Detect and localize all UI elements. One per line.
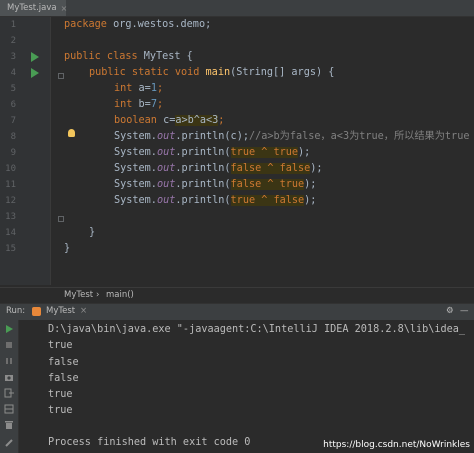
line-number: 2: [10, 36, 16, 46]
package-name: org.westos.demo;: [106, 19, 212, 30]
console-output[interactable]: D:\java\bin\java.exe "-javaagent:C:\Inte…: [19, 320, 474, 453]
code-line-9: System.out.println(true ^ true);: [114, 147, 311, 158]
line-number: 11: [5, 180, 16, 190]
line-number: 4: [10, 68, 16, 78]
run-config-icon: [32, 307, 41, 316]
line-number: 15: [5, 244, 16, 254]
line-number: 8: [10, 132, 16, 142]
stop-icon[interactable]: [4, 340, 14, 350]
code-editor[interactable]: 1 2 3 4 5 6 7 8 9 10 11 12 13 14 15 pack…: [0, 17, 474, 285]
keyword: int: [114, 99, 133, 110]
line-number: 13: [5, 212, 16, 222]
code-line-3: public class MyTest {: [64, 49, 193, 65]
method-name: main: [205, 67, 231, 78]
breadcrumb: MyTest › main(): [0, 287, 474, 303]
console-exit-message: Process finished with exit code 0: [48, 437, 251, 448]
line-gutter: 1 2 3 4 5 6 7 8 9 10 11 12 13 14 15: [0, 17, 51, 285]
breadcrumb-class[interactable]: MyTest: [64, 290, 93, 300]
keyword: package: [64, 19, 107, 30]
xor-expression: true ^ false: [230, 195, 305, 206]
code-line-1: package org.westos.demo;: [64, 17, 211, 33]
code-line-6: int b=7;: [114, 99, 164, 110]
xor-expression: false ^ true: [230, 179, 305, 190]
code-line-15: }: [64, 243, 71, 254]
pause-icon[interactable]: [4, 356, 14, 366]
run-label: Run:: [6, 306, 26, 316]
var-decl: b=: [132, 99, 151, 110]
code-line-14: }: [89, 227, 96, 238]
console-line: false: [48, 373, 79, 384]
run-toolbar: [0, 320, 19, 453]
code-line-7: boolean c=a>b^a<3;: [114, 115, 225, 126]
breadcrumb-separator: ›: [96, 290, 100, 300]
line-number: 1: [10, 20, 16, 30]
tab-mytest-java[interactable]: MyTest.java ×: [0, 0, 68, 16]
pin-icon[interactable]: [4, 438, 14, 448]
method-params: (String[] args) {: [230, 67, 335, 78]
console-line: false: [48, 357, 79, 368]
layout-icon[interactable]: [4, 404, 14, 414]
var-decl: a=: [132, 83, 151, 94]
camera-icon[interactable]: [4, 372, 14, 382]
xor-expression: a>b^a<3: [175, 115, 219, 126]
minimize-icon[interactable]: —: [460, 306, 469, 316]
run-tool-window-header: Run: MyTest × ⚙ —: [0, 303, 474, 320]
run-class-icon[interactable]: [31, 52, 39, 62]
code-line-12: System.out.println(true ^ false);: [114, 195, 317, 206]
close-icon[interactable]: ×: [80, 306, 87, 316]
tab-label: MyTest.java: [7, 3, 57, 13]
breadcrumb-method[interactable]: main(): [106, 290, 134, 300]
line-number: 10: [5, 164, 16, 174]
code-line-8: System.out.println(c);//a>b为false，a<3为tr…: [114, 131, 470, 142]
keyword: boolean: [114, 115, 157, 126]
code-line-5: int a=1;: [114, 83, 164, 94]
code-line-10: System.out.println(false ^ false);: [114, 163, 323, 174]
var-decl: c=: [156, 115, 176, 126]
xor-expression: false ^ false: [230, 163, 311, 174]
keyword: int: [114, 83, 133, 94]
out-field: out: [156, 131, 176, 142]
close-icon[interactable]: ×: [61, 4, 68, 13]
run-config-tab[interactable]: MyTest: [46, 306, 75, 316]
console-line: true: [48, 389, 73, 400]
code-line-4: public static void main(String[] args) {: [89, 65, 334, 81]
class-decl: MyTest {: [137, 51, 193, 62]
code-line-11: System.out.println(false ^ true);: [114, 179, 317, 190]
line-number: 6: [10, 100, 16, 110]
code-comment: //a>b为false，a<3为true，所以结果为true: [248, 131, 470, 142]
rerun-icon[interactable]: [4, 324, 14, 334]
line-number: 5: [10, 84, 16, 94]
editor-tab-bar: MyTest.java ×: [0, 0, 474, 17]
exit-icon[interactable]: [4, 388, 14, 398]
keyword: public static void: [89, 67, 200, 78]
line-number: 14: [5, 228, 16, 238]
gear-icon[interactable]: ⚙: [446, 306, 454, 316]
console-command: D:\java\bin\java.exe "-javaagent:C:\Inte…: [48, 324, 466, 335]
run-main-icon[interactable]: [31, 68, 39, 78]
delete-icon[interactable]: [4, 420, 14, 430]
keyword: public class: [64, 51, 138, 62]
line-number: 9: [10, 148, 16, 158]
watermark: https://blog.csdn.net/NoWrinkles: [323, 440, 470, 450]
line-number: 7: [10, 116, 16, 126]
line-number: 3: [10, 52, 16, 62]
code-area[interactable]: package org.westos.demo; public class My…: [64, 17, 474, 285]
console-line: true: [48, 405, 73, 416]
xor-expression: true ^ true: [230, 147, 299, 158]
console-line: true: [48, 340, 73, 351]
line-number: 12: [5, 196, 16, 206]
